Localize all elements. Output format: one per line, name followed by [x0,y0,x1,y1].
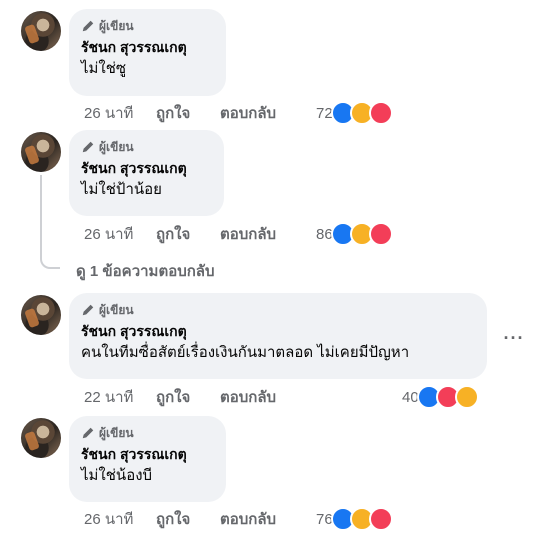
author-badge: ผู้เขียน [81,17,214,35]
like-button[interactable]: ถูกใจ [156,222,220,246]
more-options-button[interactable]: ··· [503,327,525,349]
comment-bubble: ผู้เขียน รัชนก สุวรรณเกตุ ไม่ใช่ป้าน้อย [69,130,224,216]
comment-text: ไม่ใช่ป้าน้อย [81,181,162,198]
pencil-icon [82,427,94,439]
comment-actions: 26 นาที ถูกใจ ตอบกลับ [84,509,276,529]
reaction-summary[interactable]: 72 [316,101,393,125]
like-button[interactable]: ถูกใจ [156,385,220,409]
comment-text: ไม่ใช่น้องบี [81,467,153,484]
reaction-summary[interactable]: 40 [402,385,479,409]
reply-button[interactable]: ตอบกลับ [220,507,276,531]
like-button[interactable]: ถูกใจ [156,507,220,531]
avatar[interactable] [21,11,61,51]
comment-time[interactable]: 26 นาที [84,222,156,246]
author-badge-label: ผู้เขียน [99,139,134,154]
author-badge: ผู้เขียน [81,424,214,442]
comment-text: ไม่ใช่ซู [81,60,127,77]
avatar[interactable] [21,418,61,458]
pencil-icon [82,141,94,153]
author-badge: ผู้เขียน [81,138,212,156]
comment-time[interactable]: 22 นาที [84,385,156,409]
thread-line [40,175,60,269]
comment-actions: 26 นาที ถูกใจ ตอบกลับ [84,224,276,244]
like-button[interactable]: ถูกใจ [156,101,220,125]
commenter-name[interactable]: รัชนก สุวรรณเกตุ [81,159,212,178]
author-badge: ผู้เขียน [81,301,475,319]
love-reaction-icon [368,507,393,531]
pencil-icon [82,20,94,32]
avatar[interactable] [21,132,61,172]
author-badge-label: ผู้เขียน [99,18,134,33]
comment-actions: 26 นาที ถูกใจ ตอบกลับ [84,103,276,123]
reaction-summary[interactable]: 86 [316,222,393,246]
avatar[interactable] [21,295,61,335]
comment-bubble: ผู้เขียน รัชนก สุวรรณเกตุ คนในทีมซื่อสัต… [69,293,487,379]
reply-button[interactable]: ตอบกลับ [220,385,276,409]
view-replies-link[interactable]: ดู 1 ข้อความตอบกลับ [76,259,215,283]
comment-bubble: ผู้เขียน รัชนก สุวรรณเกตุ ไม่ใช่น้องบี [69,416,226,502]
love-reaction-icon [368,222,393,246]
comment-text: คนในทีมซื่อสัตย์เรื่องเงินกันมาตลอด ไม่เ… [81,344,410,361]
author-badge-label: ผู้เขียน [99,425,134,440]
pencil-icon [82,304,94,316]
commenter-name[interactable]: รัชนก สุวรรณเกตุ [81,322,475,341]
reaction-summary[interactable]: 76 [316,507,393,531]
comment-time[interactable]: 26 นาที [84,507,156,531]
love-reaction-icon [368,101,393,125]
comment-time[interactable]: 26 นาที [84,101,156,125]
author-badge-label: ผู้เขียน [99,302,134,317]
comment-bubble: ผู้เขียน รัชนก สุวรรณเกตุ ไม่ใช่ซู [69,9,226,96]
commenter-name[interactable]: รัชนก สุวรรณเกตุ [81,38,214,57]
reply-button[interactable]: ตอบกลับ [220,101,276,125]
commenter-name[interactable]: รัชนก สุวรรณเกตุ [81,445,214,464]
comment-actions: 22 นาที ถูกใจ ตอบกลับ [84,387,276,407]
care-reaction-icon [454,385,479,409]
reply-button[interactable]: ตอบกลับ [220,222,276,246]
